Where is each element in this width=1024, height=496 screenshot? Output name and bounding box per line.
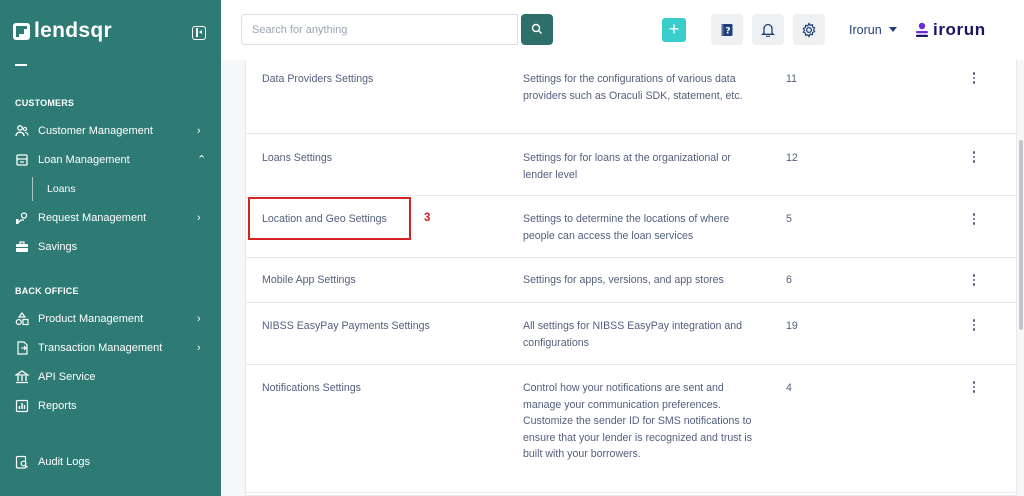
sidebar-item-transaction-management[interactable]: Transaction Management › (0, 337, 221, 359)
table-row[interactable]: Data Providers Settings Settings for the… (246, 60, 1016, 134)
help-book-icon: ? (721, 23, 733, 36)
setting-name[interactable]: Data Providers Settings (262, 73, 373, 85)
sidebar-item-request-management[interactable]: Request Management › (0, 207, 221, 229)
row-menu-icon[interactable] (970, 272, 978, 288)
sidebar-item-label: API Service (38, 371, 96, 383)
notifications-button[interactable] (752, 14, 784, 45)
search-input[interactable] (241, 14, 518, 45)
sidebar-item-customer-management[interactable]: Customer Management › (0, 120, 221, 142)
brand-name: lendsqr (34, 19, 112, 42)
setting-name[interactable]: NIBSS EasyPay Payments Settings (262, 320, 430, 332)
sidebar: lendsqr CUSTOMERS Customer Management › … (0, 0, 221, 496)
bank-icon (15, 153, 29, 167)
sidebar-item-label: Reports (38, 400, 77, 412)
search-button[interactable] (521, 14, 553, 45)
setting-count: 4 (786, 382, 792, 394)
sidebar-item-label: Audit Logs (38, 456, 90, 468)
highlight-box (248, 197, 411, 240)
setting-description: Control how your notifications are sent … (523, 382, 753, 460)
lendsqr-logo-icon (13, 22, 30, 40)
setting-count: 5 (786, 213, 792, 225)
sidebar-item-label: Loan Management (38, 154, 130, 166)
settings-table: Data Providers Settings Settings for the… (245, 60, 1017, 496)
chevron-up-icon: ⌃ (197, 154, 207, 166)
section-title-back-office: BACK OFFICE (15, 286, 79, 296)
brand-logo[interactable]: lendsqr (13, 18, 112, 44)
transaction-icon (15, 341, 29, 355)
help-button[interactable]: ? (711, 14, 743, 45)
chevron-right-icon: › (197, 342, 201, 354)
table-row[interactable]: Notifications Settings Control how your … (246, 365, 1016, 493)
setting-description: Settings for for loans at the organizati… (523, 152, 731, 181)
submenu-line (32, 177, 33, 201)
table-row[interactable]: Loans Settings Settings for for loans at… (246, 134, 1016, 196)
chevron-right-icon: › (197, 313, 201, 325)
setting-description: Settings for the configurations of vario… (523, 73, 743, 102)
setting-count: 11 (786, 73, 797, 85)
row-menu-icon[interactable] (970, 317, 978, 333)
sidebar-item-label: Savings (38, 241, 78, 253)
search-icon (531, 23, 543, 35)
users-icon (15, 124, 29, 138)
scrollbar-thumb[interactable] (1019, 140, 1023, 330)
caret-down-icon[interactable] (889, 27, 897, 32)
setting-description: All settings for NIBSS EasyPay integrati… (523, 320, 743, 349)
setting-count: 6 (786, 274, 792, 286)
request-icon (15, 211, 29, 225)
section-title-customers: CUSTOMERS (15, 98, 75, 108)
table-row[interactable]: NIBSS EasyPay Payments Settings All sett… (246, 303, 1016, 365)
sidebar-item-product-management[interactable]: Product Management › (0, 308, 221, 330)
user-menu[interactable]: Irorun (849, 23, 882, 37)
sidebar-item-audit-logs[interactable]: Audit Logs (0, 451, 221, 473)
tenant-name: irorun (933, 20, 986, 39)
sidebar-subitem-loans[interactable]: Loans (47, 183, 76, 195)
row-menu-icon[interactable] (970, 379, 978, 395)
sidebar-item-savings[interactable]: Savings (0, 236, 221, 258)
setting-name[interactable]: Mobile App Settings (262, 274, 356, 286)
setting-description: Settings for apps, versions, and app sto… (523, 274, 724, 286)
bell-icon (761, 23, 775, 37)
row-menu-icon[interactable] (970, 70, 978, 86)
plus-icon: + (668, 19, 680, 39)
sidebar-item-label: Customer Management (38, 125, 153, 137)
shapes-icon (15, 312, 29, 326)
row-menu-icon[interactable] (970, 211, 978, 227)
main-content: Data Providers Settings Settings for the… (221, 60, 1024, 496)
irorun-logo-icon (916, 22, 928, 37)
building-icon (15, 370, 29, 384)
svg-text:?: ? (725, 26, 730, 36)
sidebar-item-reports[interactable]: Reports (0, 395, 221, 417)
table-row[interactable]: Mobile App Settings Settings for apps, v… (246, 258, 1016, 303)
sidebar-item-loan-management[interactable]: Loan Management ⌃ (0, 149, 221, 171)
chevron-right-icon: › (197, 125, 201, 137)
add-button[interactable]: + (662, 18, 686, 42)
chart-icon (15, 399, 29, 413)
gear-icon (802, 21, 816, 38)
briefcase-icon (15, 240, 29, 254)
annotation-number: 3 (424, 212, 431, 224)
clipboard-search-icon (15, 455, 29, 469)
sidebar-item-label: Transaction Management (38, 342, 163, 354)
setting-description: Settings to determine the locations of w… (523, 213, 730, 242)
setting-count: 12 (786, 152, 798, 164)
sidebar-item-label: Request Management (38, 212, 147, 224)
setting-name[interactable]: Loans Settings (262, 152, 332, 164)
setting-name[interactable]: Notifications Settings (262, 382, 361, 394)
row-menu-icon[interactable] (970, 149, 978, 165)
divider (15, 64, 27, 66)
collapse-sidebar-icon[interactable] (192, 26, 206, 40)
topbar: + ? Irorun irorun (221, 0, 1024, 60)
sidebar-item-label: Product Management (38, 313, 144, 325)
chevron-right-icon: › (197, 212, 201, 224)
sidebar-item-api-service[interactable]: API Service (0, 366, 221, 388)
tenant-logo: irorun (915, 20, 986, 40)
settings-button[interactable] (793, 14, 825, 45)
setting-count: 19 (786, 320, 798, 332)
